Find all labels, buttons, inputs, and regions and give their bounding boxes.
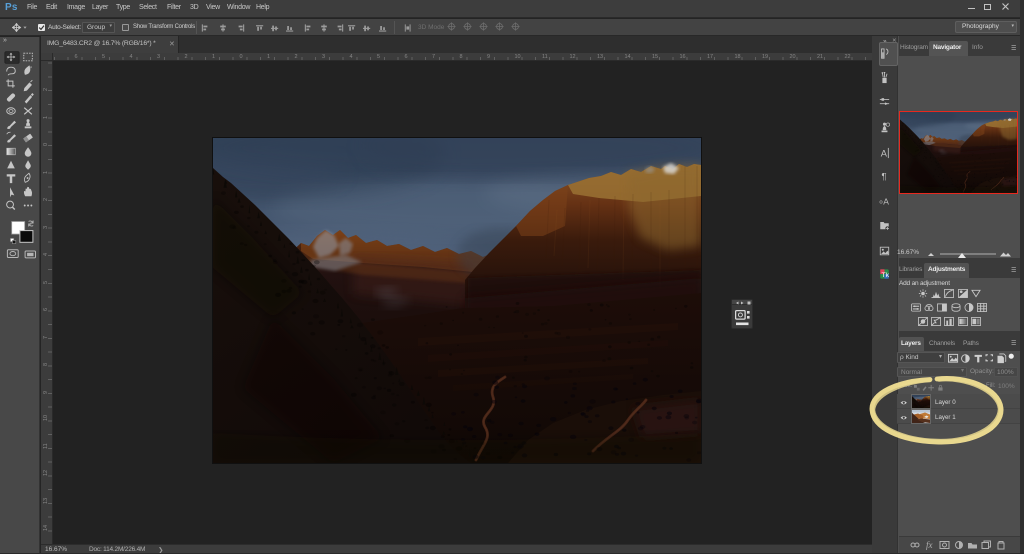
svg-text:A: A [883,196,889,206]
svg-text:A: A [881,148,888,158]
svg-text:¶: ¶ [882,171,887,181]
svg-text:Tk: Tk [882,272,890,279]
svg-text:fx: fx [926,540,933,550]
